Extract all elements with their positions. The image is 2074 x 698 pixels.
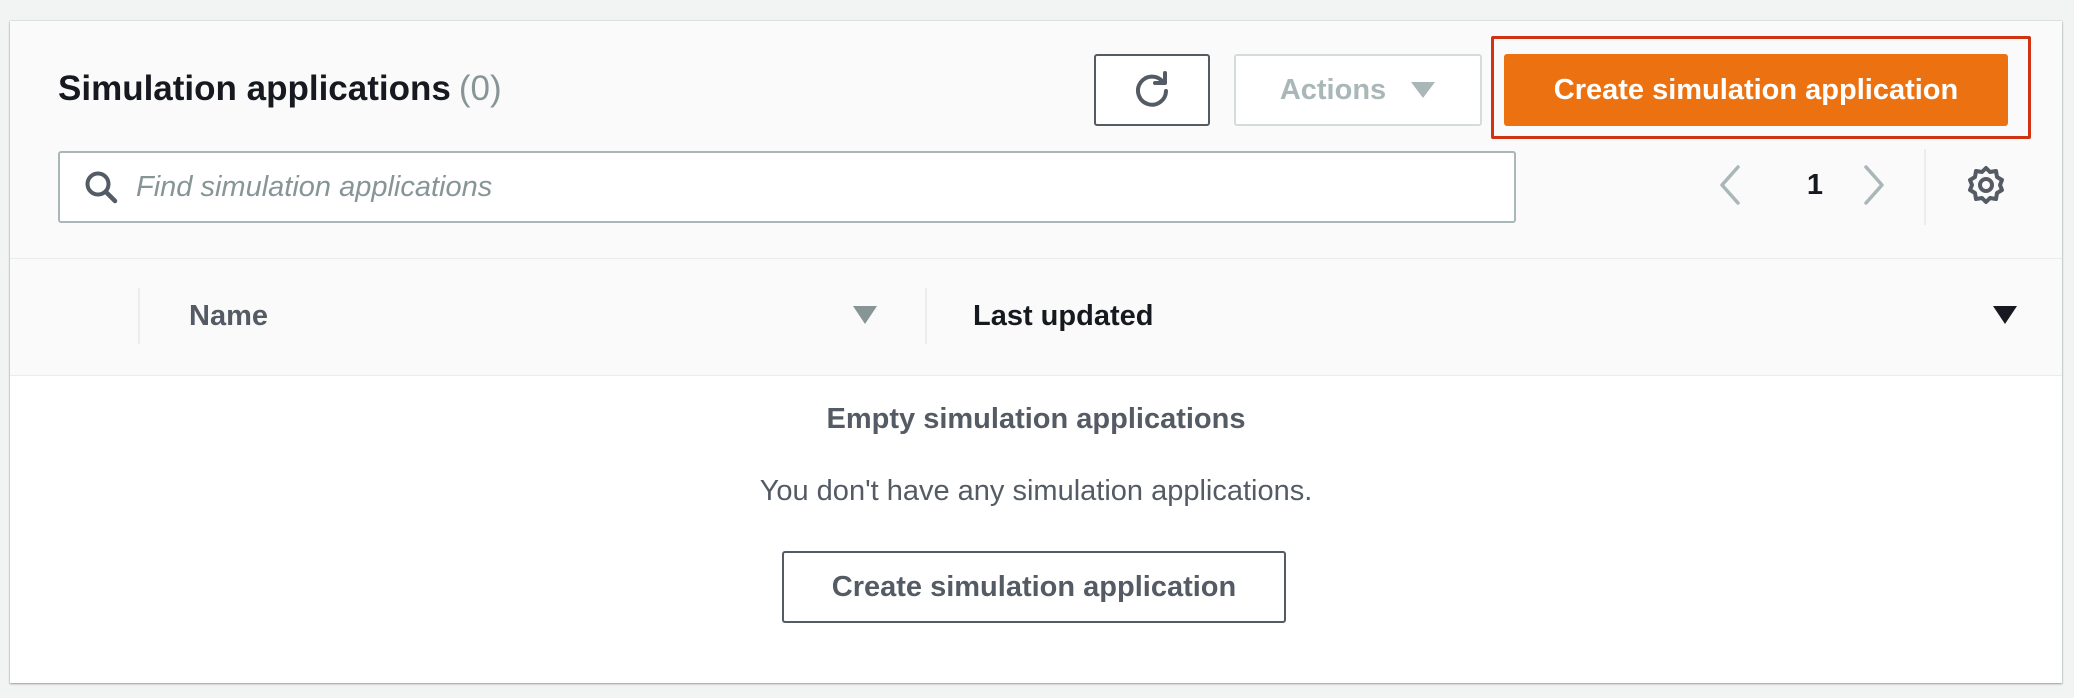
search-box[interactable] — [58, 151, 1516, 223]
create-simulation-application-button[interactable]: Create simulation application — [1504, 54, 2008, 126]
column-header-last-updated[interactable]: Last updated — [973, 300, 1153, 333]
search-input[interactable] — [136, 170, 1436, 204]
actions-label: Actions — [1279, 73, 1387, 106]
sort-descending-icon[interactable] — [1992, 305, 2018, 325]
column-divider — [925, 288, 927, 344]
current-page-number[interactable]: 1 — [1800, 169, 1830, 202]
empty-state-create-button[interactable]: Create simulation application — [782, 551, 1286, 623]
actions-dropdown[interactable]: Actions — [1234, 54, 1482, 126]
empty-state-title: Empty simulation applications — [826, 403, 1246, 435]
next-page-icon[interactable] — [1862, 163, 1886, 207]
simulation-applications-panel: Simulation applications (0) Actions Creat… — [10, 21, 2062, 683]
page-title-text: Simulation applications — [58, 69, 451, 108]
gear-icon[interactable] — [1965, 164, 2007, 206]
pagination-divider — [1924, 149, 1926, 225]
refresh-icon — [1132, 70, 1172, 110]
item-count: (0) — [458, 69, 502, 108]
refresh-button[interactable] — [1094, 54, 1210, 126]
panel-header: Simulation applications (0) Actions Creat… — [10, 21, 2062, 259]
table-header: Name Last updated — [10, 259, 2062, 376]
column-divider — [138, 288, 140, 344]
column-header-name[interactable]: Name — [189, 300, 268, 333]
page-title: Simulation applications (0) — [58, 69, 502, 109]
empty-state-description: You don't have any simulation applicatio… — [759, 475, 1313, 507]
caret-down-icon — [1410, 81, 1436, 99]
sort-icon[interactable] — [852, 305, 878, 325]
previous-page-icon[interactable] — [1718, 163, 1742, 207]
search-icon — [84, 170, 118, 204]
